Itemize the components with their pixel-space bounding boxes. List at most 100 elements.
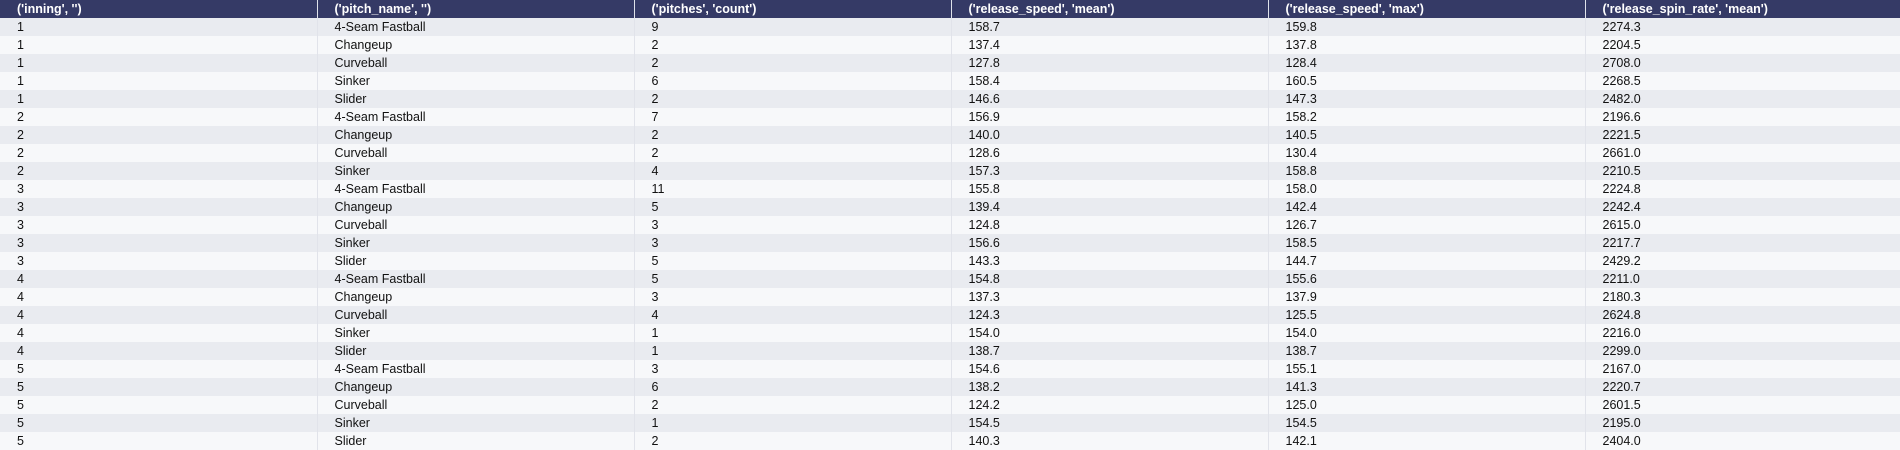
cell-release-spin-rate-mean: 2601.5 <box>1602 398 1641 412</box>
cell-pitch-name: Sinker <box>317 162 635 180</box>
cell-release-spin-rate-mean: 2661.0 <box>1602 146 1641 160</box>
cell-release-speed-mean: 137.4 <box>951 36 1269 54</box>
cell-release-spin-rate-mean: 2220.7 <box>1602 380 1641 394</box>
cell-pitch-name: Curveball <box>317 144 635 162</box>
cell-pitch-name: Curveball <box>317 54 635 72</box>
cell-release-speed-mean: 156.9 <box>951 108 1269 126</box>
cell-pitches-count: 2 <box>634 54 952 72</box>
cell-release-speed-mean: 155.8 <box>951 180 1269 198</box>
cell-release-speed-mean: 154.5 <box>951 414 1269 432</box>
cell-release-spin-rate-mean: 2482.0 <box>1602 92 1641 106</box>
cell-pitches-count: 7 <box>634 108 952 126</box>
cell-release-speed-max: 147.3 <box>1268 90 1586 108</box>
cell-pitches-count: 5 <box>634 270 952 288</box>
cell-pitches-count: 3 <box>634 360 952 378</box>
cell-release-speed-mean: 138.2 <box>951 378 1269 396</box>
cell-release-speed-max: 142.4 <box>1268 198 1586 216</box>
cell-inning: 2 <box>0 126 318 144</box>
cell-pitch-name: Changeup <box>317 378 635 396</box>
table-row: 4 Changeup 3 137.3 137.9 2180.3 <box>0 288 1900 306</box>
cell-pitches-count: 11 <box>634 180 952 198</box>
table-row: 4 Slider 1 138.7 138.7 2299.0 <box>0 342 1900 360</box>
table-row: 2 Curveball 2 128.6 130.4 2661.0 <box>0 144 1900 162</box>
cell-pitch-name: Changeup <box>317 126 635 144</box>
cell-pitches-count: 2 <box>634 432 952 450</box>
cell-inning: 1 <box>0 54 318 72</box>
cell-release-speed-mean: 146.6 <box>951 90 1269 108</box>
cell-release-speed-mean: 124.3 <box>951 306 1269 324</box>
cell-pitch-name: Sinker <box>317 234 635 252</box>
cell-pitch-name: Slider <box>317 342 635 360</box>
cell-release-speed-max: 158.0 <box>1268 180 1586 198</box>
cell-pitches-count: 3 <box>634 234 952 252</box>
table-row: 4 Curveball 4 124.3 125.5 2624.8 <box>0 306 1900 324</box>
column-header-release-speed-max: ('release_speed', 'max') <box>1268 0 1586 18</box>
cell-release-speed-mean: 154.0 <box>951 324 1269 342</box>
cell-release-speed-mean: 137.3 <box>951 288 1269 306</box>
table-row: 3 Slider 5 143.3 144.7 2429.2 <box>0 252 1900 270</box>
cell-release-speed-max: 130.4 <box>1268 144 1586 162</box>
table-row: 5 Slider 2 140.3 142.1 2404.0 <box>0 432 1900 450</box>
cell-release-speed-max: 137.9 <box>1268 288 1586 306</box>
cell-release-spin-rate-mean: 2217.7 <box>1602 236 1641 250</box>
table-row: 4 4-Seam Fastball 5 154.8 155.6 2211.0 <box>0 270 1900 288</box>
cell-release-speed-max: 125.0 <box>1268 396 1586 414</box>
column-header-release-spin-rate-mean: ('release_spin_rate', 'mean') <box>1602 2 1768 16</box>
cell-release-spin-rate-mean: 2429.2 <box>1602 254 1641 268</box>
table-row: 1 Curveball 2 127.8 128.4 2708.0 <box>0 54 1900 72</box>
cell-release-spin-rate-mean: 2268.5 <box>1602 74 1641 88</box>
column-header-pitches-count: ('pitches', 'count') <box>634 0 952 18</box>
cell-release-speed-mean: 140.0 <box>951 126 1269 144</box>
cell-release-speed-max: 141.3 <box>1268 378 1586 396</box>
cell-pitch-name: Curveball <box>317 306 635 324</box>
cell-pitches-count: 4 <box>634 162 952 180</box>
table-row: 2 Changeup 2 140.0 140.5 2221.5 <box>0 126 1900 144</box>
cell-pitches-count: 1 <box>634 324 952 342</box>
cell-release-speed-max: 126.7 <box>1268 216 1586 234</box>
table-row: 2 Sinker 4 157.3 158.8 2210.5 <box>0 162 1900 180</box>
table-row: 3 4-Seam Fastball 11 155.8 158.0 2224.8 <box>0 180 1900 198</box>
cell-pitch-name: Changeup <box>317 288 635 306</box>
table-row: 3 Changeup 5 139.4 142.4 2242.4 <box>0 198 1900 216</box>
cell-release-speed-mean: 139.4 <box>951 198 1269 216</box>
cell-pitches-count: 6 <box>634 72 952 90</box>
cell-release-speed-max: 142.1 <box>1268 432 1586 450</box>
cell-release-speed-mean: 158.4 <box>951 72 1269 90</box>
cell-release-spin-rate-mean: 2624.8 <box>1602 308 1641 322</box>
cell-pitches-count: 9 <box>634 18 952 36</box>
cell-release-speed-max: 154.5 <box>1268 414 1586 432</box>
table-row: 3 Sinker 3 156.6 158.5 2217.7 <box>0 234 1900 252</box>
cell-inning: 3 <box>0 180 318 198</box>
cell-release-speed-max: 154.0 <box>1268 324 1586 342</box>
cell-inning: 5 <box>0 396 318 414</box>
cell-inning: 2 <box>0 162 318 180</box>
cell-pitches-count: 2 <box>634 396 952 414</box>
table-row: 1 Sinker 6 158.4 160.5 2268.5 <box>0 72 1900 90</box>
cell-release-spin-rate-mean: 2274.3 <box>1602 20 1641 34</box>
cell-release-speed-max: 138.7 <box>1268 342 1586 360</box>
cell-pitches-count: 4 <box>634 306 952 324</box>
table-row: 1 Slider 2 146.6 147.3 2482.0 <box>0 90 1900 108</box>
cell-release-spin-rate-mean: 2242.4 <box>1602 200 1641 214</box>
cell-release-spin-rate-mean: 2180.3 <box>1602 290 1641 304</box>
table-row: 5 4-Seam Fastball 3 154.6 155.1 2167.0 <box>0 360 1900 378</box>
cell-pitches-count: 2 <box>634 144 952 162</box>
cell-inning: 5 <box>0 432 318 450</box>
cell-pitch-name: Curveball <box>317 396 635 414</box>
cell-inning: 3 <box>0 216 318 234</box>
cell-release-speed-max: 155.6 <box>1268 270 1586 288</box>
cell-release-speed-max: 158.8 <box>1268 162 1586 180</box>
table-row: 3 Curveball 3 124.8 126.7 2615.0 <box>0 216 1900 234</box>
cell-pitches-count: 3 <box>634 216 952 234</box>
table-body: 1 4-Seam Fastball 9 158.7 159.8 2274.3 1 Change… <box>0 18 1900 450</box>
cell-inning: 1 <box>0 36 318 54</box>
cell-release-spin-rate-mean: 2204.5 <box>1602 38 1641 52</box>
cell-pitch-name: Sinker <box>317 414 635 432</box>
cell-inning: 1 <box>0 72 318 90</box>
cell-release-spin-rate-mean: 2196.6 <box>1602 110 1641 124</box>
table-row: 4 Sinker 1 154.0 154.0 2216.0 <box>0 324 1900 342</box>
cell-pitch-name: 4-Seam Fastball <box>317 18 635 36</box>
cell-release-speed-mean: 128.6 <box>951 144 1269 162</box>
table-row: 5 Changeup 6 138.2 141.3 2220.7 <box>0 378 1900 396</box>
cell-pitches-count: 6 <box>634 378 952 396</box>
